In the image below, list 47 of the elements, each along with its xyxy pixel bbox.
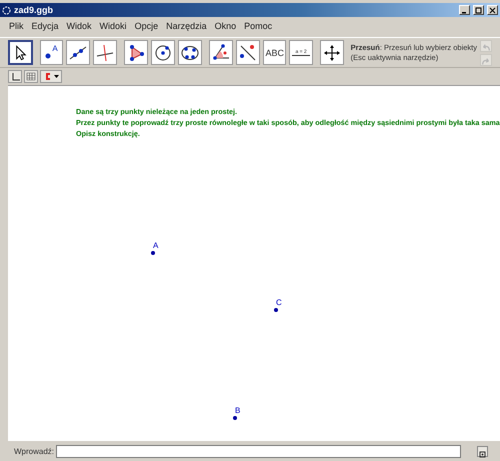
input-label: Wprowadź: <box>14 446 54 456</box>
input-field[interactable] <box>56 444 461 458</box>
menu-item[interactable]: Plik <box>9 21 24 31</box>
point-label: A <box>153 241 158 250</box>
point[interactable] <box>274 308 278 312</box>
magnet-icon <box>44 72 52 81</box>
maximize-button[interactable] <box>473 5 484 15</box>
tool-button[interactable] <box>320 40 344 65</box>
ellipse-icon <box>179 43 202 62</box>
tool-button[interactable] <box>8 40 33 65</box>
point-label: C <box>276 298 282 307</box>
tool-button[interactable] <box>66 40 90 65</box>
close-button[interactable] <box>487 5 498 15</box>
point-label: A <box>52 44 58 53</box>
point-icon <box>45 52 52 58</box>
dropdown-caret-icon <box>54 75 58 78</box>
tool-button[interactable] <box>236 40 260 65</box>
tool-button[interactable] <box>151 40 176 65</box>
menu-item[interactable]: Edycja <box>32 21 59 31</box>
tool-button[interactable] <box>209 40 234 65</box>
minimize-button[interactable] <box>459 5 470 15</box>
tool-button[interactable] <box>124 40 148 65</box>
app-icon <box>2 6 11 14</box>
grid-icon <box>26 72 36 81</box>
close-icon <box>489 6 496 14</box>
capture-button[interactable] <box>40 70 62 83</box>
axes-icon <box>10 72 20 81</box>
window-title: zad9.ggb <box>14 5 54 15</box>
menu-item[interactable]: Narzędzia <box>166 21 207 31</box>
keyboard-symbol-icon <box>478 450 487 458</box>
redo-arrow-icon <box>481 56 491 66</box>
point-label: B <box>235 406 240 415</box>
tool-button[interactable]: ABC <box>263 40 286 65</box>
menu-item[interactable]: Widok <box>66 21 92 31</box>
axes-toggle[interactable] <box>8 70 22 83</box>
tool-button[interactable] <box>178 40 202 65</box>
point[interactable] <box>233 416 237 420</box>
menu-item[interactable]: Okno <box>214 21 236 31</box>
menu-item[interactable]: Widoki <box>100 21 127 31</box>
menu-item[interactable]: Opcje <box>134 21 158 31</box>
grid-toggle[interactable] <box>24 70 38 83</box>
symbol-button[interactable] <box>477 446 488 456</box>
undo-arrow-icon <box>481 42 491 52</box>
tool-button[interactable]: A <box>40 40 64 65</box>
maximize-icon <box>475 6 482 14</box>
menu-item[interactable]: Pomoc <box>244 21 272 31</box>
point[interactable] <box>151 251 155 255</box>
